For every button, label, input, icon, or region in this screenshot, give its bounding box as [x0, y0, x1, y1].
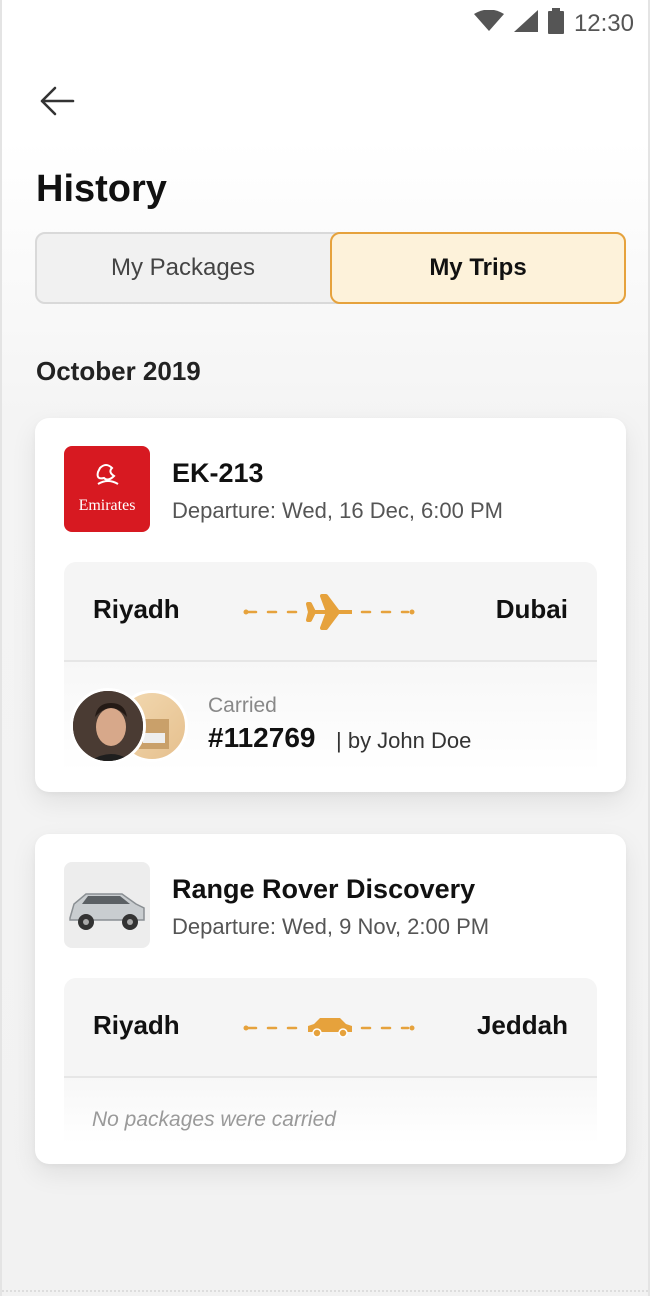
car-photo — [64, 862, 150, 948]
status-bar: 12:30 — [2, 0, 648, 48]
arrow-left-icon — [39, 86, 75, 121]
route-destination: Dubai — [495, 594, 568, 624]
status-time: 12:30 — [573, 9, 634, 37]
carrier-name: | by John Doe — [336, 728, 472, 753]
route-destination: Jeddah — [476, 1010, 568, 1040]
avatar-group — [70, 688, 190, 764]
month-heading: October 2019 — [36, 356, 201, 386]
trip-title: Range Rover Discovery — [172, 874, 476, 904]
bottom-divider — [2, 1290, 648, 1296]
history-tabs: My Packages My Trips — [35, 232, 626, 304]
trip-departure: Departure: Wed, 16 Dec, 6:00 PM — [172, 498, 503, 523]
route-origin: Riyadh — [93, 594, 180, 624]
car-icon — [243, 1018, 415, 1038]
tab-my-trips[interactable]: My Trips — [330, 232, 626, 304]
trip-card-flight[interactable]: Emirates EK-213 Departure: Wed, 16 Dec, … — [35, 418, 626, 792]
route-origin: Riyadh — [93, 1010, 180, 1040]
battery-icon — [547, 8, 564, 39]
trip-title: EK-213 — [172, 458, 264, 488]
no-packages-note: No packages were carried — [64, 1078, 597, 1144]
history-screen: 12:30 History My Packages My Trips Octob… — [0, 0, 650, 1296]
carried-package[interactable]: Carried #112769 | by John Doe — [64, 662, 597, 772]
trip-card-car[interactable]: Range Rover Discovery Departure: Wed, 9 … — [35, 834, 626, 1164]
avatar — [70, 688, 146, 764]
emirates-logo: Emirates — [64, 446, 150, 532]
signal-icon — [513, 10, 538, 37]
package-id: #112769 — [208, 722, 316, 753]
emirates-logo-text: Emirates — [79, 497, 136, 514]
route-panel: Riyadh Dubai — [64, 562, 597, 662]
airplane-icon — [243, 594, 415, 630]
page-title: History — [36, 168, 167, 210]
tab-my-packages[interactable]: My Packages — [35, 232, 331, 304]
route-panel: Riyadh Jeddah — [64, 978, 597, 1078]
no-packages-text: No packages were carried — [92, 1108, 336, 1131]
wifi-icon — [473, 9, 504, 37]
back-button[interactable] — [36, 82, 78, 124]
trip-departure: Departure: Wed, 9 Nov, 2:00 PM — [172, 914, 490, 939]
carried-label: Carried — [208, 694, 277, 717]
